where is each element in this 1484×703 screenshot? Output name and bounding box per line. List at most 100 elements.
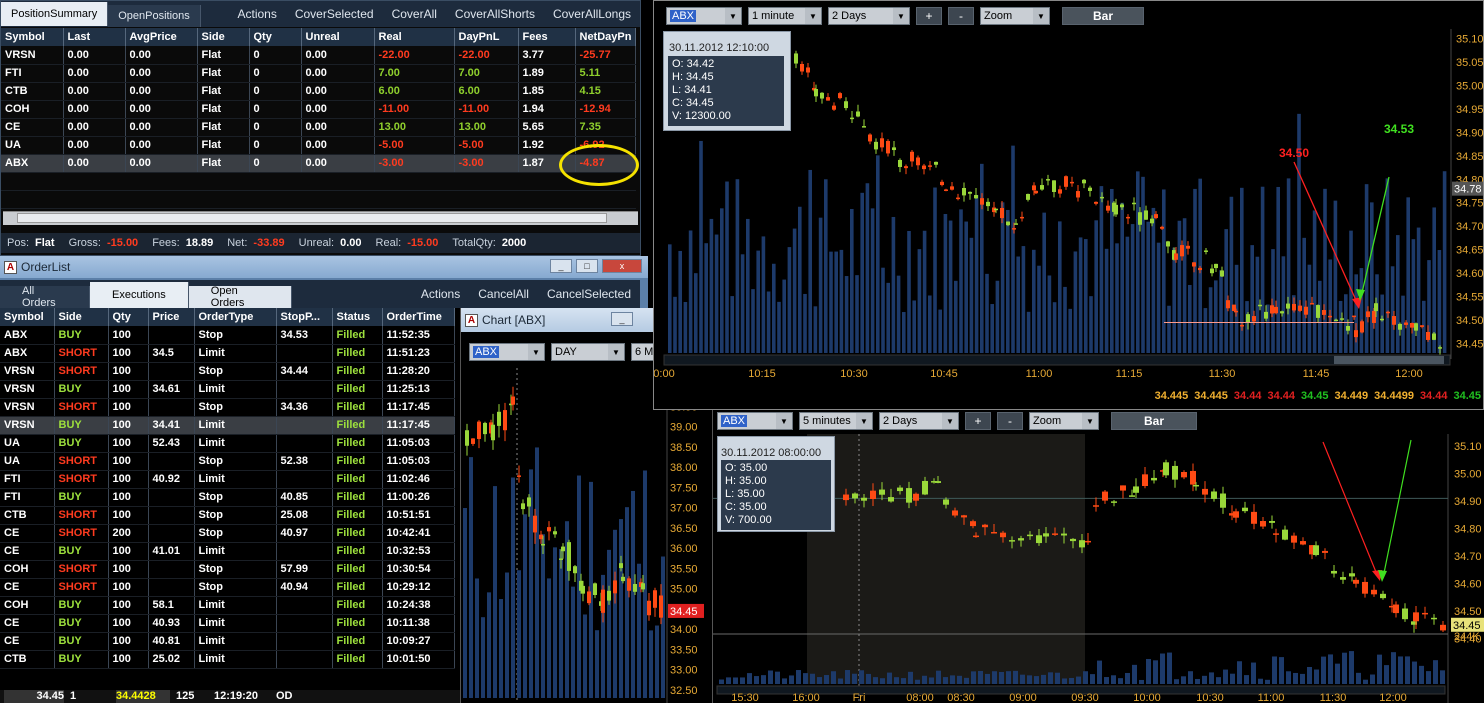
volume-bar <box>735 179 740 353</box>
cell-real: -3.00 <box>374 154 455 173</box>
table-row[interactable]: CE BUY 100 41.01 Limit Filled 10:32:53 <box>0 542 455 561</box>
tab-position-summary[interactable]: PositionSummary <box>1 2 109 26</box>
table-row[interactable]: CTB SHORT 100 Stop 25.08 Filled 10:51:51 <box>0 506 455 525</box>
chevron-down-icon: ▼ <box>805 8 821 24</box>
column-header[interactable]: Fees <box>518 28 576 46</box>
zoom-in-button[interactable]: + <box>916 7 942 25</box>
tab-all-orders[interactable]: All Orders <box>0 285 90 309</box>
menu-cover-all[interactable]: CoverAll <box>383 7 446 21</box>
table-row[interactable]: COH BUY 100 58.1 Limit Filled 10:24:38 <box>0 596 455 615</box>
interval-select[interactable]: 1 minute ▼ <box>748 7 822 25</box>
column-header[interactable]: StopP... <box>276 308 333 326</box>
table-row[interactable]: VRSN SHORT 100 Stop 34.36 Filled 11:17:45 <box>0 398 455 417</box>
menu-actions[interactable]: Actions <box>228 7 285 21</box>
period-select[interactable]: DAY ▼ <box>551 343 625 361</box>
tab-open-orders[interactable]: Open Orders <box>188 285 293 309</box>
cell-unreal: 0.00 <box>301 82 375 101</box>
column-header[interactable]: Price <box>148 308 195 326</box>
tab-executions[interactable]: Executions <box>89 282 189 308</box>
minimize-button[interactable]: _ <box>550 259 572 273</box>
empty-row <box>1 190 636 209</box>
maximize-button[interactable]: □ <box>576 259 598 273</box>
column-header[interactable]: NetDayPn <box>575 28 637 46</box>
symbol-select[interactable]: ABX ▼ <box>666 7 742 25</box>
tab-open-positions[interactable]: OpenPositions <box>108 5 201 27</box>
table-row[interactable]: CE SHORT 200 Stop 40.97 Filled 10:42:41 <box>0 524 455 543</box>
bar-style-button[interactable]: Bar <box>1111 412 1197 430</box>
table-row[interactable]: ABX BUY 100 Stop 34.53 Filled 11:52:35 <box>0 326 455 345</box>
menu-cancel-all[interactable]: CancelAll <box>469 287 538 301</box>
column-header[interactable]: Status <box>332 308 383 326</box>
symbol-select[interactable]: ABX ▼ <box>469 343 545 361</box>
volume-bar <box>1041 674 1046 684</box>
volume-bar <box>559 549 563 698</box>
order-list-title: OrderList <box>21 260 71 274</box>
volume-bar <box>817 677 822 684</box>
table-row[interactable]: CE BUY 100 40.93 Limit Filled 10:11:38 <box>0 614 455 633</box>
column-header[interactable]: Real <box>374 28 455 46</box>
table-row[interactable]: UA 0.00 0.00 Flat 0 0.00 -5.00 -5.00 1.92 -6.92 <box>1 136 637 155</box>
table-row[interactable]: CE BUY 100 40.81 Limit Filled 10:09:27 <box>0 632 455 651</box>
volume-bar <box>1156 242 1161 353</box>
column-header[interactable]: DayPnL <box>454 28 519 46</box>
volume-bar <box>761 675 766 684</box>
zoom-out-button[interactable]: - <box>948 7 974 25</box>
volume-bar <box>1016 256 1020 353</box>
column-header[interactable]: Symbol <box>0 308 55 326</box>
volume-bar <box>1412 661 1417 684</box>
cell-price: 34.41 <box>148 416 195 435</box>
zoom-in-button[interactable]: + <box>965 412 991 430</box>
zoom-select[interactable]: Zoom ▼ <box>980 7 1050 25</box>
bar-style-button[interactable]: Bar <box>1062 7 1144 25</box>
table-row[interactable]: UA BUY 100 52.43 Limit Filled 11:05:03 <box>0 434 455 453</box>
column-header[interactable]: Qty <box>249 28 302 46</box>
scroll-thumb[interactable] <box>17 213 607 223</box>
table-row[interactable]: FTI BUY 100 Stop 40.85 Filled 11:00:26 <box>0 488 455 507</box>
column-header[interactable]: Side <box>197 28 250 46</box>
table-row[interactable]: VRSN BUY 100 34.41 Limit Filled 11:17:45 <box>0 416 455 435</box>
menu-cancel-selected[interactable]: CancelSelected <box>538 287 640 301</box>
table-row[interactable]: ABX SHORT 100 34.5 Limit Filled 11:51:23 <box>0 344 455 363</box>
table-row[interactable]: CE SHORT 100 Stop 40.94 Filled 10:29:12 <box>0 578 455 597</box>
table-row[interactable]: VRSN BUY 100 34.61 Limit Filled 11:25:13 <box>0 380 455 399</box>
column-header[interactable]: Last <box>63 28 126 46</box>
column-header[interactable]: Unreal <box>301 28 375 46</box>
range-select[interactable]: 2 Days ▼ <box>828 7 910 25</box>
minimize-button[interactable]: _ <box>611 312 633 326</box>
table-row[interactable]: COH 0.00 0.00 Flat 0 0.00 -11.00 -11.00 1.94 -12.… <box>1 100 637 119</box>
table-row[interactable]: ABX 0.00 0.00 Flat 0 0.00 -3.00 -3.00 1.87 -4.87 <box>1 154 637 173</box>
column-header[interactable]: Side <box>54 308 109 326</box>
zoom-select[interactable]: Zoom ▼ <box>1029 412 1099 430</box>
candle-body <box>573 566 577 574</box>
menu-cover-all-shorts[interactable]: CoverAllShorts <box>446 7 544 21</box>
column-header[interactable]: Symbol <box>1 28 64 46</box>
volume-bar <box>855 275 859 353</box>
table-row[interactable]: VRSN SHORT 100 Stop 34.44 Filled 11:28:20 <box>0 362 455 381</box>
range-select[interactable]: 2 Days ▼ <box>879 412 959 430</box>
table-row[interactable]: CE 0.00 0.00 Flat 0 0.00 13.00 13.00 5.65 7.35 <box>1 118 637 137</box>
daily-candlestick-chart[interactable]: 40.0039.5039.0038.5038.0037.5037.0036.50… <box>461 368 712 703</box>
column-header[interactable]: OrderType <box>194 308 277 326</box>
table-row[interactable]: COH SHORT 100 Stop 57.99 Filled 10:30:54 <box>0 560 455 579</box>
table-row[interactable]: CTB 0.00 0.00 Flat 0 0.00 6.00 6.00 1.85 4.15 <box>1 82 637 101</box>
table-row[interactable]: FTI SHORT 100 40.92 Limit Filled 11:02:46 <box>0 470 455 489</box>
column-header[interactable]: OrderTime <box>382 308 455 326</box>
table-row[interactable]: UA SHORT 100 Stop 52.38 Filled 11:05:03 <box>0 452 455 471</box>
interval-select[interactable]: 5 minutes ▼ <box>799 412 873 430</box>
table-row[interactable]: VRSN 0.00 0.00 Flat 0 0.00 -22.00 -22.00 3.77 -25… <box>1 46 637 65</box>
candle-body <box>934 161 938 165</box>
candle-body <box>1190 470 1196 485</box>
y-tick-label: 34.95 <box>1456 104 1484 116</box>
zoom-out-button[interactable]: - <box>997 412 1023 430</box>
positions-hscrollbar[interactable] <box>3 211 638 225</box>
close-button[interactable]: x <box>602 259 642 273</box>
menu-cover-selected[interactable]: CoverSelected <box>286 7 383 21</box>
menu-actions-orders[interactable]: Actions <box>412 287 469 301</box>
symbol-select[interactable]: ABX ▼ <box>717 412 793 430</box>
column-header[interactable]: AvgPrice <box>125 28 198 46</box>
table-row[interactable]: FTI 0.00 0.00 Flat 0 0.00 7.00 7.00 1.89 5.11 <box>1 64 637 83</box>
position-summary-window: PositionSummary OpenPositions Actions Co… <box>0 0 641 256</box>
menu-cover-all-longs[interactable]: CoverAllLongs <box>544 7 640 21</box>
table-row[interactable]: CTB BUY 100 25.02 Limit Filled 10:01:50 <box>0 650 455 669</box>
column-header[interactable]: Qty <box>108 308 149 326</box>
